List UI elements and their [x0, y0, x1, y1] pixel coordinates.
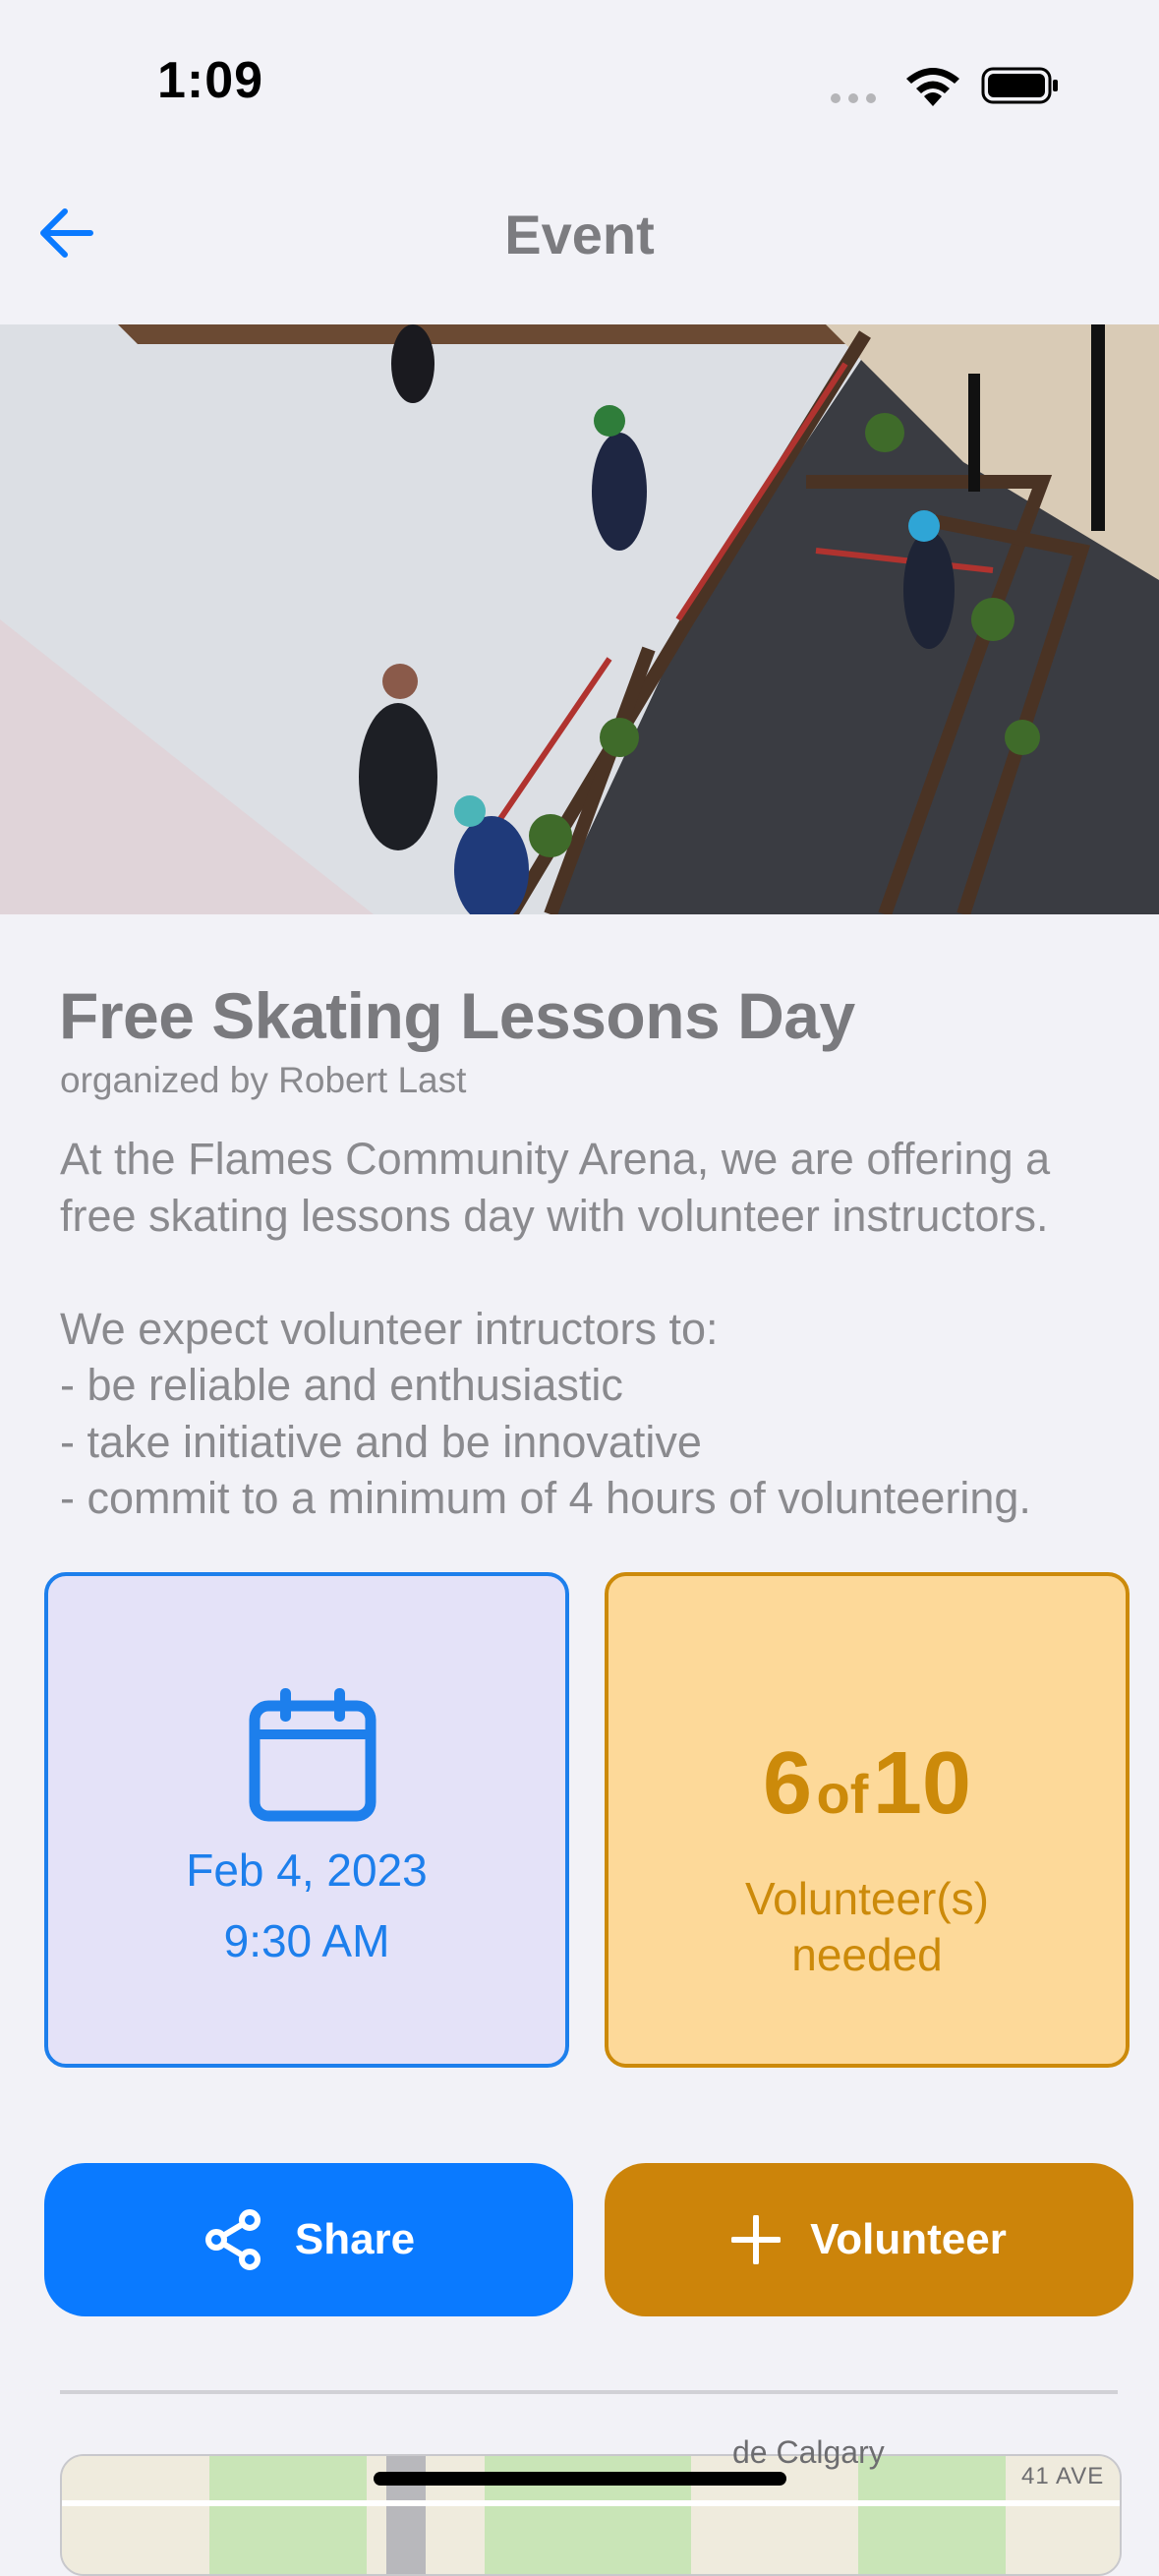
event-organizer: organized by Robert Last	[60, 1060, 467, 1100]
description-line: We expect volunteer intructors to:	[60, 1303, 719, 1354]
volunteer-label-line1: Volunteer(s)	[744, 1873, 989, 1924]
map-label-area: de Calgary	[732, 2434, 885, 2470]
description-line: At the Flames Community Arena, we are of…	[60, 1134, 1051, 1184]
description-line: - take initiative and be innovative	[60, 1416, 702, 1467]
share-button[interactable]: Share	[44, 2163, 573, 2316]
event-date: Feb 4, 2023	[186, 1844, 428, 1896]
status-bar: 1:09	[0, 0, 1159, 157]
event-description: At the Flames Community Arena, we are of…	[60, 1131, 1151, 1527]
wifi-icon	[906, 68, 959, 106]
volunteer-button[interactable]: Volunteer	[605, 2163, 1133, 2316]
event-date-card: Feb 4, 2023 9:30 AM	[44, 1572, 569, 2068]
calendar-icon	[249, 1688, 377, 1822]
volunteer-label-line2: needed	[791, 1929, 943, 1980]
description-line	[60, 1244, 1151, 1301]
volunteer-current-count: 6	[763, 1734, 813, 1833]
event-title: Free Skating Lessons Day	[59, 979, 855, 1052]
event-hero-image	[0, 324, 1159, 914]
share-icon	[204, 2209, 261, 2270]
map-label-street: 41 AVE	[1021, 2463, 1105, 2489]
cellular-signal-icon	[831, 90, 884, 108]
description-line: - commit to a minimum of 4 hours of volu…	[60, 1473, 1031, 1523]
description-line: - be reliable and enthusiastic	[60, 1360, 623, 1410]
volunteers-needed-card: 6 of 10 Volunteer(s) needed	[605, 1572, 1130, 2068]
volunteer-count-of: of	[816, 1763, 869, 1825]
volunteer-count: 6 of 10	[608, 1733, 1126, 1835]
volunteer-button-label: Volunteer	[810, 2215, 1007, 2263]
status-time: 1:09	[157, 52, 264, 109]
page-title: Event	[504, 204, 655, 265]
volunteer-total-count: 10	[872, 1734, 971, 1833]
battery-icon	[981, 67, 1058, 104]
description-line: free skating lessons day with volunteer …	[60, 1190, 1049, 1241]
plus-icon	[731, 2215, 782, 2264]
home-indicator[interactable]	[374, 2472, 786, 2486]
event-time: 9:30 AM	[223, 1915, 390, 1966]
section-divider	[60, 2390, 1118, 2394]
share-button-label: Share	[294, 2215, 416, 2263]
